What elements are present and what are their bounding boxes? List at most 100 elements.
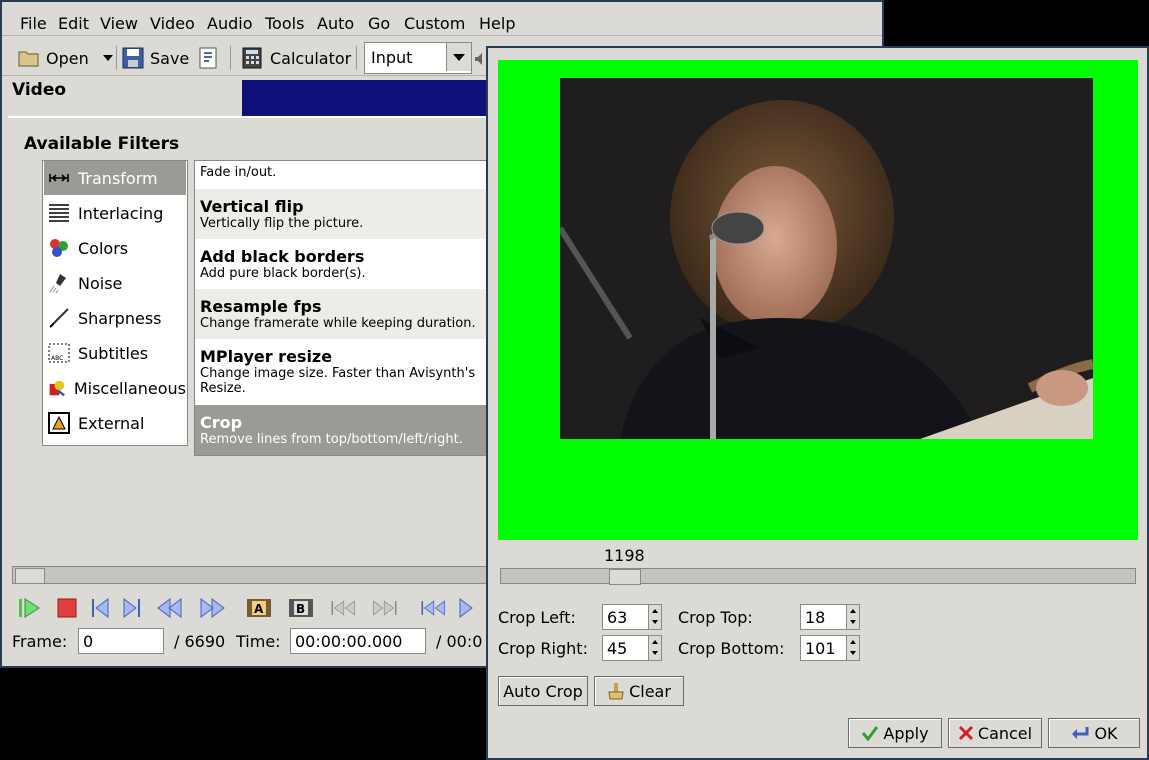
menu-go[interactable]: Go (368, 14, 390, 33)
filter-item-crop[interactable]: Crop Remove lines from top/bottom/left/r… (195, 405, 494, 455)
menu-help[interactable]: Help (479, 14, 515, 33)
menu-video[interactable]: Video (150, 14, 195, 33)
menu-view[interactable]: View (100, 14, 138, 33)
clear-button[interactable]: Clear (594, 676, 684, 706)
chevron-down-icon (102, 55, 113, 61)
apply-button[interactable]: Apply (848, 718, 942, 748)
category-subtitles[interactable]: ABC Subtitles (44, 336, 186, 370)
filter-item-fade[interactable]: Fade in/out. (195, 161, 494, 189)
goto-marker-a-icon[interactable] (330, 596, 356, 620)
calculator-label: Calculator (270, 48, 352, 68)
menu-edit[interactable]: Edit (58, 14, 89, 33)
crop-left-spinner[interactable]: 63 (602, 604, 662, 630)
interlacing-icon (49, 204, 69, 222)
cancel-label: Cancel (977, 723, 1033, 743)
next-frame-icon[interactable] (118, 596, 144, 620)
external-icon (48, 412, 70, 434)
time-input[interactable]: 00:00:00.000 (290, 628, 426, 654)
input-combo[interactable]: Input (364, 42, 472, 74)
total-frames: / 6690 (174, 632, 226, 651)
spin-arrows-icon[interactable] (648, 605, 661, 629)
filter-name: MPlayer resize (200, 347, 333, 366)
spin-arrows-icon[interactable] (648, 636, 661, 660)
crop-top-spinner[interactable]: 18 (800, 604, 860, 630)
crop-left-label: Crop Left: (498, 608, 576, 627)
crop-bottom-label: Crop Bottom: (678, 639, 785, 658)
play-icon[interactable] (16, 596, 42, 620)
cancel-button[interactable]: Cancel (948, 718, 1042, 748)
goto-end-icon[interactable] (458, 596, 484, 620)
menu-auto[interactable]: Auto (317, 14, 354, 33)
properties-button[interactable] (198, 44, 218, 72)
filter-item-vertical-flip[interactable]: Vertical flip Vertically flip the pictur… (195, 189, 494, 239)
subtitles-icon: ABC (48, 343, 70, 363)
input-combo-value: Input (371, 48, 413, 67)
category-label: External (78, 413, 145, 433)
filter-name: Crop (200, 413, 243, 432)
category-miscellaneous[interactable]: Miscellaneous (44, 371, 186, 405)
filter-desc: Change image size. Faster than Avisynth'… (200, 366, 476, 396)
chevron-down-icon[interactable] (446, 43, 471, 71)
apply-label: Apply (883, 723, 929, 743)
broom-clear-icon (608, 683, 624, 700)
marker-a-icon[interactable]: A (246, 596, 272, 620)
crop-bottom-value: 101 (805, 639, 836, 658)
timeline-slider[interactable] (12, 566, 492, 584)
category-interlacing[interactable]: Interlacing (44, 196, 186, 230)
video-preview-area (242, 80, 492, 116)
crop-top-value: 18 (805, 608, 826, 627)
calculator-button[interactable]: Calculator (242, 44, 351, 72)
spin-arrows-icon[interactable] (846, 636, 859, 660)
colors-icon (50, 239, 68, 257)
filter-item-resample-fps[interactable]: Resample fps Change framerate while keep… (195, 289, 494, 339)
preview-slider-handle[interactable] (609, 569, 641, 585)
marker-b-icon[interactable]: B (288, 596, 314, 620)
category-colors[interactable]: Colors (44, 231, 186, 265)
next-keyframe-icon[interactable] (200, 596, 226, 620)
svg-text:B: B (296, 602, 305, 616)
frame-time-row: Frame: 0 / 6690 Time: 00:00:00.000 / 00:… (10, 628, 490, 656)
crop-top-label: Crop Top: (678, 608, 753, 627)
category-noise[interactable]: Noise (44, 266, 186, 300)
menu-tools[interactable]: Tools (265, 14, 304, 33)
open-button[interactable]: Open (18, 44, 115, 72)
previous-frame-icon[interactable] (88, 596, 114, 620)
current-frame-number: 1198 (604, 546, 645, 565)
frame-input[interactable]: 0 (78, 628, 164, 654)
menubar: File Edit View Video Audio Tools Auto Go… (2, 2, 882, 36)
toolbar-separator (230, 46, 231, 70)
crop-right-spinner[interactable]: 45 (602, 635, 662, 661)
goto-marker-b-icon[interactable] (372, 596, 398, 620)
crop-preview-canvas (498, 60, 1138, 540)
noise-icon (49, 274, 66, 294)
filter-item-mplayer-resize[interactable]: MPlayer resize Change image size. Faster… (195, 339, 494, 405)
category-label: Sharpness (78, 308, 162, 328)
auto-crop-button[interactable]: Auto Crop (498, 676, 588, 706)
category-external[interactable]: External (44, 406, 186, 440)
category-transform[interactable]: Transform (44, 161, 186, 195)
preview-frame-slider[interactable] (500, 568, 1136, 585)
category-sharpness[interactable]: Sharpness (44, 301, 186, 335)
save-label: Save (150, 48, 190, 68)
menu-custom[interactable]: Custom (404, 14, 465, 33)
menu-audio[interactable]: Audio (207, 14, 252, 33)
ok-label: OK (1094, 723, 1118, 743)
spin-arrows-icon[interactable] (846, 605, 859, 629)
previous-keyframe-icon[interactable] (156, 596, 182, 620)
crop-right-value: 45 (607, 639, 628, 658)
filter-desc: Vertically flip the picture. (200, 216, 364, 231)
goto-start-icon[interactable] (420, 596, 446, 620)
filter-name: Resample fps (200, 297, 322, 316)
crop-bottom-spinner[interactable]: 101 (800, 635, 860, 661)
stop-icon[interactable] (54, 596, 80, 620)
menu-file[interactable]: File (20, 14, 47, 33)
ok-button[interactable]: OK (1048, 718, 1140, 748)
timeline-slider-handle[interactable] (15, 568, 45, 584)
filter-item-add-black-borders[interactable]: Add black borders Add pure black border(… (195, 239, 494, 289)
save-button[interactable]: Save (122, 44, 189, 72)
floppy-save-icon (122, 47, 144, 69)
filter-desc: Fade in/out. (200, 165, 277, 180)
video-frame-image (560, 78, 1093, 439)
sharpness-icon (49, 308, 69, 328)
filter-list: Fade in/out. Vertical flip Vertically fl… (194, 160, 494, 456)
